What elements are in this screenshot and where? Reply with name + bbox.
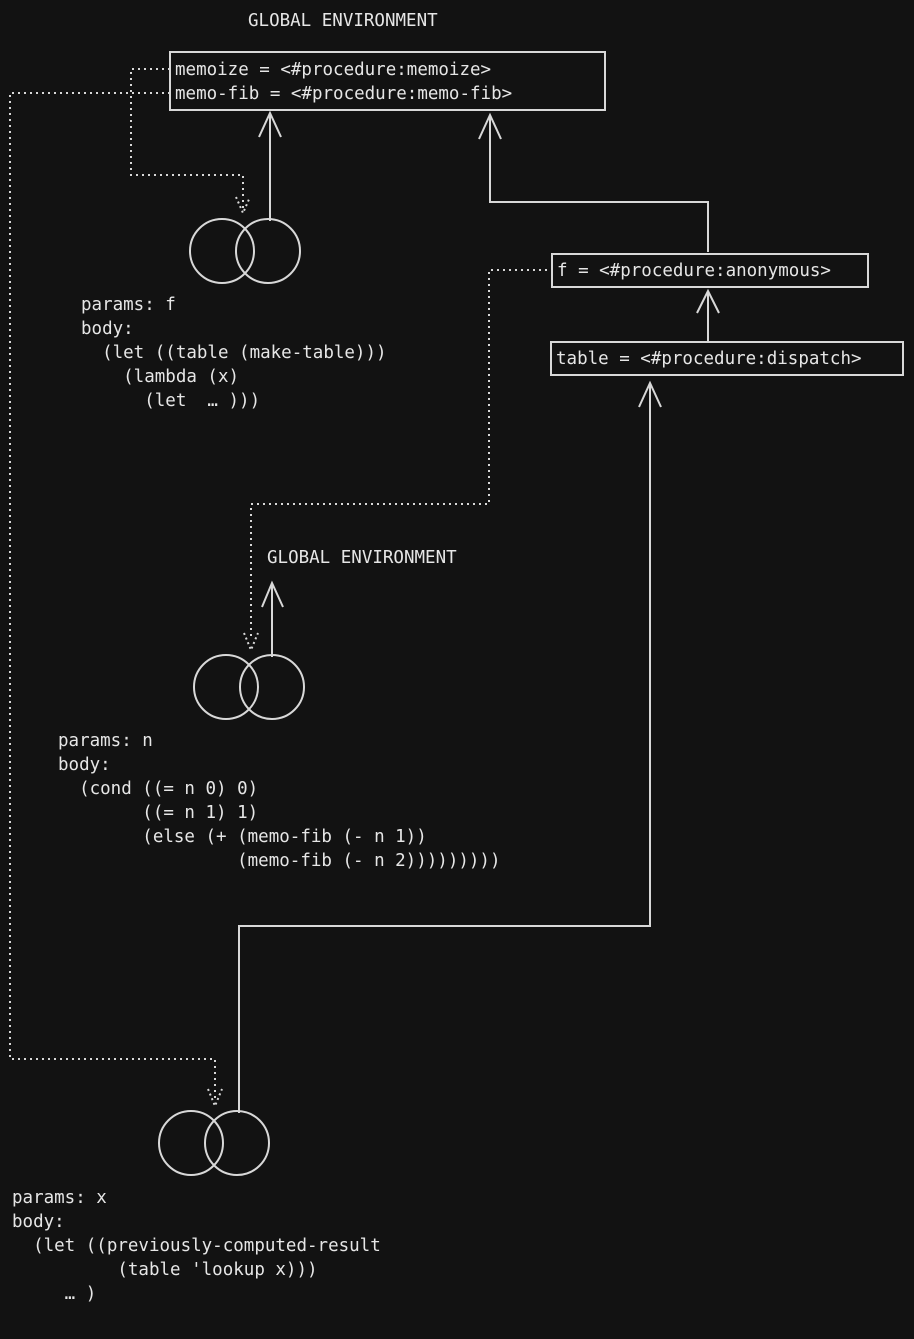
frame-table-parent-pointer bbox=[696, 288, 720, 341]
frame-binding-table: table = <#procedure:dispatch> bbox=[556, 349, 862, 369]
procedure-anonymous-code: params: x body: (let ((previously-comput… bbox=[12, 1188, 381, 1304]
global-environment-label-top: GLOBAL ENVIRONMENT bbox=[248, 11, 438, 31]
frame-f-parent-pointer bbox=[478, 112, 709, 252]
proc-memoize-env-pointer bbox=[258, 110, 282, 221]
proc-memofib-env-circle bbox=[239, 654, 305, 720]
proc-memofib-env-pointer bbox=[261, 580, 284, 657]
procedure-memoize-code: params: f body: (let ((table (make-table… bbox=[81, 295, 387, 411]
memofib-binding-pointer bbox=[9, 92, 216, 1100]
procedure-memo-fib-code: params: n body: (cond ((= n 0) 0) ((= n … bbox=[58, 731, 501, 871]
proc-anon-env-circle bbox=[204, 1110, 270, 1176]
global-binding-memoize: memoize = <#procedure:memoize> bbox=[175, 60, 492, 80]
proc-memoize-env-circle bbox=[235, 218, 301, 284]
memoize-pointer-arrowhead bbox=[235, 196, 251, 216]
global-binding-memo-fib: memo-fib = <#procedure:memo-fib> bbox=[175, 84, 513, 104]
frame-binding-f: f = <#procedure:anonymous> bbox=[557, 261, 831, 281]
global-environment-label-mid: GLOBAL ENVIRONMENT bbox=[267, 548, 457, 568]
environment-diagram bbox=[9, 68, 720, 1176]
